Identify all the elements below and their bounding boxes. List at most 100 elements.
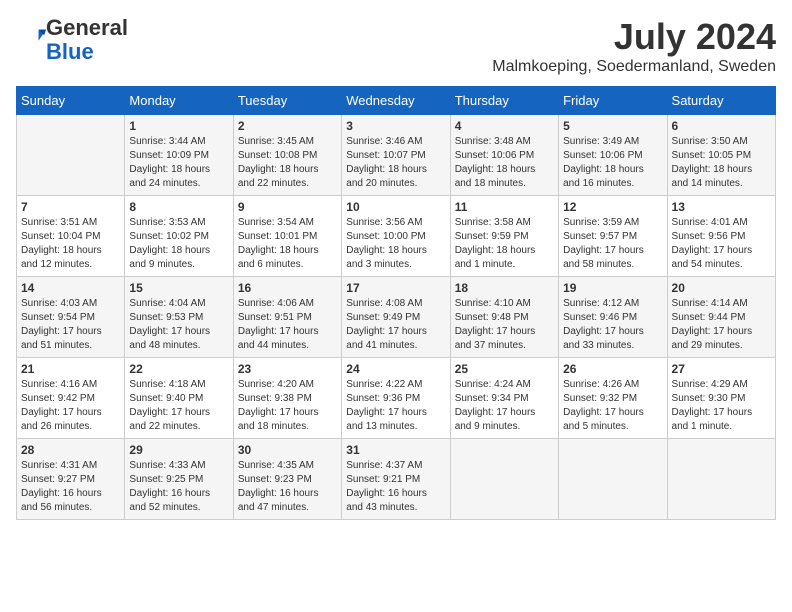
day-info: Sunrise: 4:18 AM Sunset: 9:40 PM Dayligh… xyxy=(129,378,228,434)
calendar-week-row: 1 Sunrise: 3:44 AM Sunset: 10:09 PM Dayli… xyxy=(17,115,776,196)
day-number: 14 xyxy=(21,281,120,295)
day-info: Sunrise: 3:58 AM Sunset: 9:59 PM Dayligh… xyxy=(455,216,554,272)
day-info: Sunrise: 3:46 AM Sunset: 10:07 PM Daylig… xyxy=(346,135,445,191)
calendar-table: SundayMondayTuesdayWednesdayThursdayFrid… xyxy=(16,86,776,520)
day-number: 9 xyxy=(238,200,337,214)
page-header: General Blue July 2024 Malmkoeping, Soed… xyxy=(16,16,776,76)
calendar-week-row: 7Sunrise: 3:51 AM Sunset: 10:04 PM Dayli… xyxy=(17,196,776,277)
day-number: 19 xyxy=(563,281,662,295)
day-info: Sunrise: 4:35 AM Sunset: 9:23 PM Dayligh… xyxy=(238,459,337,515)
calendar-cell: 10 Sunrise: 3:56 AM Sunset: 10:00 PM Dayl… xyxy=(342,196,450,277)
day-info: Sunrise: 3:53 AM Sunset: 10:02 PM Daylig… xyxy=(129,216,228,272)
day-number: 1 xyxy=(129,119,228,133)
logo-blue-text: Blue xyxy=(46,39,94,64)
location-subtitle: Malmkoeping, Soedermanland, Sweden xyxy=(492,58,776,76)
calendar-cell: 23 Sunrise: 4:20 AM Sunset: 9:38 PM Dayli… xyxy=(233,358,341,439)
day-number: 20 xyxy=(672,281,771,295)
logo: General Blue xyxy=(16,16,128,64)
day-number: 8 xyxy=(129,200,228,214)
calendar-cell: 22 Sunrise: 4:18 AM Sunset: 9:40 PM Dayli… xyxy=(125,358,233,439)
weekday-header-thursday: Thursday xyxy=(450,87,558,115)
day-info: Sunrise: 4:33 AM Sunset: 9:25 PM Dayligh… xyxy=(129,459,228,515)
day-number: 25 xyxy=(455,362,554,376)
calendar-cell: 21 Sunrise: 4:16 AM Sunset: 9:42 PM Dayli… xyxy=(17,358,125,439)
calendar-cell: 4Sunrise: 3:48 AM Sunset: 10:06 PM Dayli… xyxy=(450,115,558,196)
calendar-cell: 16 Sunrise: 4:06 AM Sunset: 9:51 PM Dayli… xyxy=(233,277,341,358)
calendar-cell xyxy=(667,439,775,520)
day-info: Sunrise: 3:54 AM Sunset: 10:01 PM Daylig… xyxy=(238,216,337,272)
calendar-cell: 18 Sunrise: 4:10 AM Sunset: 9:48 PM Dayli… xyxy=(450,277,558,358)
calendar-cell: 13Sunrise: 4:01 AM Sunset: 9:56 PM Dayli… xyxy=(667,196,775,277)
calendar-cell: 8 Sunrise: 3:53 AM Sunset: 10:02 PM Dayli… xyxy=(125,196,233,277)
day-info: Sunrise: 4:01 AM Sunset: 9:56 PM Dayligh… xyxy=(672,216,771,272)
day-number: 6 xyxy=(672,119,771,133)
day-info: Sunrise: 4:37 AM Sunset: 9:21 PM Dayligh… xyxy=(346,459,445,515)
calendar-cell xyxy=(559,439,667,520)
day-number: 12 xyxy=(563,200,662,214)
day-info: Sunrise: 4:24 AM Sunset: 9:34 PM Dayligh… xyxy=(455,378,554,434)
day-info: Sunrise: 4:10 AM Sunset: 9:48 PM Dayligh… xyxy=(455,297,554,353)
calendar-cell: 14 Sunrise: 4:03 AM Sunset: 9:54 PM Dayli… xyxy=(17,277,125,358)
calendar-cell xyxy=(450,439,558,520)
day-number: 15 xyxy=(129,281,228,295)
day-info: Sunrise: 4:06 AM Sunset: 9:51 PM Dayligh… xyxy=(238,297,337,353)
calendar-cell: 15 Sunrise: 4:04 AM Sunset: 9:53 PM Dayli… xyxy=(125,277,233,358)
calendar-cell: 17 Sunrise: 4:08 AM Sunset: 9:49 PM Dayli… xyxy=(342,277,450,358)
day-number: 10 xyxy=(346,200,445,214)
day-number: 30 xyxy=(238,443,337,457)
calendar-week-row: 21 Sunrise: 4:16 AM Sunset: 9:42 PM Dayli… xyxy=(17,358,776,439)
calendar-cell: 6 Sunrise: 3:50 AM Sunset: 10:05 PM Dayli… xyxy=(667,115,775,196)
day-number: 29 xyxy=(129,443,228,457)
weekday-header-monday: Monday xyxy=(125,87,233,115)
calendar-week-row: 14 Sunrise: 4:03 AM Sunset: 9:54 PM Dayli… xyxy=(17,277,776,358)
calendar-cell: 31Sunrise: 4:37 AM Sunset: 9:21 PM Dayli… xyxy=(342,439,450,520)
day-number: 17 xyxy=(346,281,445,295)
day-info: Sunrise: 4:04 AM Sunset: 9:53 PM Dayligh… xyxy=(129,297,228,353)
day-info: Sunrise: 4:14 AM Sunset: 9:44 PM Dayligh… xyxy=(672,297,771,353)
day-number: 22 xyxy=(129,362,228,376)
calendar-cell: 20 Sunrise: 4:14 AM Sunset: 9:44 PM Dayli… xyxy=(667,277,775,358)
calendar-cell: 26Sunrise: 4:26 AM Sunset: 9:32 PM Dayli… xyxy=(559,358,667,439)
title-block: July 2024 Malmkoeping, Soedermanland, Sw… xyxy=(492,16,776,76)
day-info: Sunrise: 4:26 AM Sunset: 9:32 PM Dayligh… xyxy=(563,378,662,434)
day-info: Sunrise: 3:56 AM Sunset: 10:00 PM Daylig… xyxy=(346,216,445,272)
day-info: Sunrise: 4:12 AM Sunset: 9:46 PM Dayligh… xyxy=(563,297,662,353)
calendar-cell: 24Sunrise: 4:22 AM Sunset: 9:36 PM Dayli… xyxy=(342,358,450,439)
weekday-header-saturday: Saturday xyxy=(667,87,775,115)
day-info: Sunrise: 4:20 AM Sunset: 9:38 PM Dayligh… xyxy=(238,378,337,434)
calendar-cell: 9 Sunrise: 3:54 AM Sunset: 10:01 PM Dayli… xyxy=(233,196,341,277)
day-info: Sunrise: 4:08 AM Sunset: 9:49 PM Dayligh… xyxy=(346,297,445,353)
weekday-header-tuesday: Tuesday xyxy=(233,87,341,115)
day-number: 7 xyxy=(21,200,120,214)
day-info: Sunrise: 4:03 AM Sunset: 9:54 PM Dayligh… xyxy=(21,297,120,353)
calendar-cell: 3Sunrise: 3:46 AM Sunset: 10:07 PM Dayli… xyxy=(342,115,450,196)
calendar-cell: 27 Sunrise: 4:29 AM Sunset: 9:30 PM Dayli… xyxy=(667,358,775,439)
day-number: 2 xyxy=(238,119,337,133)
weekday-header-row: SundayMondayTuesdayWednesdayThursdayFrid… xyxy=(17,87,776,115)
day-number: 21 xyxy=(21,362,120,376)
day-info: Sunrise: 4:22 AM Sunset: 9:36 PM Dayligh… xyxy=(346,378,445,434)
calendar-cell: 7Sunrise: 3:51 AM Sunset: 10:04 PM Dayli… xyxy=(17,196,125,277)
weekday-header-wednesday: Wednesday xyxy=(342,87,450,115)
day-info: Sunrise: 3:50 AM Sunset: 10:05 PM Daylig… xyxy=(672,135,771,191)
weekday-header-friday: Friday xyxy=(559,87,667,115)
day-number: 4 xyxy=(455,119,554,133)
day-info: Sunrise: 3:59 AM Sunset: 9:57 PM Dayligh… xyxy=(563,216,662,272)
calendar-cell: 5 Sunrise: 3:49 AM Sunset: 10:06 PM Dayli… xyxy=(559,115,667,196)
day-info: Sunrise: 4:16 AM Sunset: 9:42 PM Dayligh… xyxy=(21,378,120,434)
day-number: 16 xyxy=(238,281,337,295)
calendar-cell: 11 Sunrise: 3:58 AM Sunset: 9:59 PM Dayli… xyxy=(450,196,558,277)
month-year-title: July 2024 xyxy=(492,16,776,58)
day-number: 28 xyxy=(21,443,120,457)
calendar-cell: 2Sunrise: 3:45 AM Sunset: 10:08 PM Dayli… xyxy=(233,115,341,196)
day-info: Sunrise: 4:29 AM Sunset: 9:30 PM Dayligh… xyxy=(672,378,771,434)
day-number: 27 xyxy=(672,362,771,376)
calendar-cell: 30 Sunrise: 4:35 AM Sunset: 9:23 PM Dayli… xyxy=(233,439,341,520)
calendar-cell: 28Sunrise: 4:31 AM Sunset: 9:27 PM Dayli… xyxy=(17,439,125,520)
day-number: 5 xyxy=(563,119,662,133)
day-info: Sunrise: 3:49 AM Sunset: 10:06 PM Daylig… xyxy=(563,135,662,191)
day-number: 18 xyxy=(455,281,554,295)
day-number: 23 xyxy=(238,362,337,376)
day-info: Sunrise: 3:44 AM Sunset: 10:09 PM Daylig… xyxy=(129,135,228,191)
day-number: 11 xyxy=(455,200,554,214)
